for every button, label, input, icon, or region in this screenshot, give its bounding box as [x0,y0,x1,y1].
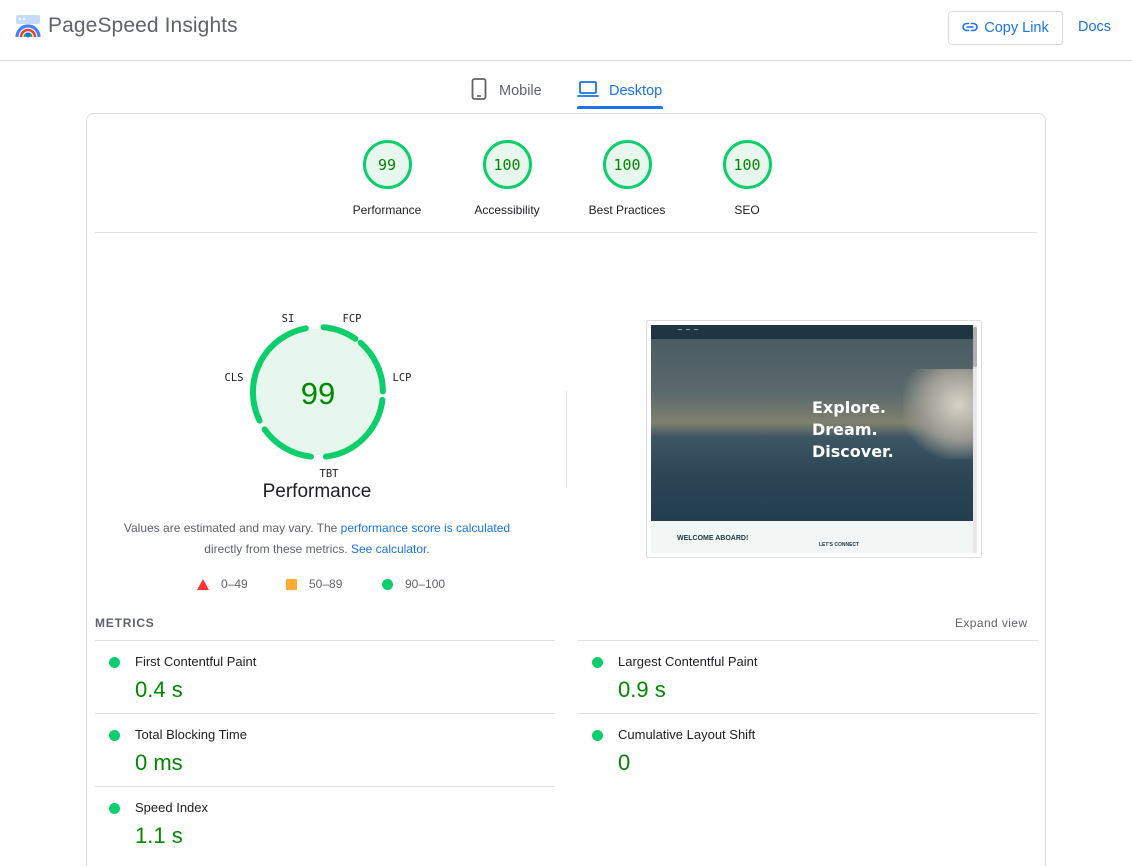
metric-value: 1.1 s [135,823,183,848]
gauge-label-si: SI [282,313,295,325]
score-accessibility[interactable]: 100 Accessibility [447,140,567,217]
score-seo[interactable]: 100 SEO [687,140,807,217]
score-label: Accessibility [474,203,540,217]
metric-si: Speed Index 1.1 s [95,786,555,859]
section-divider [95,232,1037,233]
gauge-label-cls: CLS [225,372,244,384]
metric-lcp: Largest Contentful Paint 0.9 s [578,640,1038,713]
score-label: SEO [734,203,760,217]
gauge-label-fcp: FCP [343,313,362,325]
score-label: Best Practices [588,203,666,217]
score-gauge: 100 [482,140,532,189]
score-best-practices[interactable]: 100 Best Practices [567,140,687,217]
screenshot-connect-heading: LET'S CONNECT [819,542,860,548]
gauge-score: 99 [301,376,335,411]
metric-fcp: First Contentful Paint 0.4 s [95,640,555,713]
triangle-icon [197,578,209,590]
legend-label: 50–89 [309,577,343,591]
score-gauge: 99 [362,140,412,189]
gauge-label-tbt: TBT [320,468,340,480]
metric-name: Total Blocking Time [135,727,247,742]
performance-title: Performance [262,481,372,502]
gauge-label-lcp: LCP [393,372,412,384]
score-label: Performance [352,203,422,217]
legend-label: 90–100 [405,577,446,591]
laptop-icon [577,80,599,102]
metric-name: Speed Index [135,800,209,815]
legend-fail: 0–49 [197,577,248,591]
expand-view-button[interactable]: Expand view [955,616,1027,630]
metric-name: Largest Contentful Paint [618,654,758,669]
metric-value: 0 [618,750,631,775]
metrics-title: METRICS [95,616,155,630]
desc-text: Values are estimated and may vary. The [123,521,341,535]
performance-description: Values are estimated and may vary. The p… [107,518,527,560]
screenshot-hero: Explore. Dream. Discover. [651,339,973,521]
desc-text: directly from these metrics. [204,542,351,556]
legend-label: 0–49 [221,577,248,591]
score-gauge: 100 [722,140,772,189]
score-performance[interactable]: 99 Performance [327,140,447,217]
pass-circle-icon [109,657,120,668]
legend-average: 50–89 [286,577,342,591]
performance-gauge: 99 SI FCP LCP TBT CLS [225,313,412,480]
screenshot-scrollbar [973,325,977,553]
screenshot-brand-logo: ~ ~ ~ [677,326,700,334]
screenshot-image: ~ ~ ~ Explore. Dream. Discover. WELCOME … [651,325,977,553]
docs-link[interactable]: Docs [1078,19,1111,35]
metric-name: Cumulative Layout Shift [618,727,756,742]
score-calculated-link[interactable]: performance score is calculated [341,521,510,535]
pagespeed-logo-icon [14,14,42,40]
copy-link-label: Copy Link [984,20,1049,36]
screenshot-hero-text: Explore. Dream. Discover. [812,398,894,461]
tab-mobile[interactable]: Mobile [469,72,542,109]
metric-value: 0 ms [135,750,183,775]
legend-pass: 90–100 [382,577,445,591]
metric-cls: Cumulative Layout Shift 0 [578,713,1038,786]
metric-value: 0.4 s [135,677,183,702]
circle-icon [382,578,393,590]
report-card: 99 Performance 100 Accessibility 100 Bes… [86,113,1046,866]
tab-desktop-label: Desktop [609,82,663,99]
pass-circle-icon [592,657,603,668]
tab-desktop[interactable]: Desktop [577,72,664,109]
vertical-divider [566,391,567,487]
see-calculator-link[interactable]: See calculator. [351,542,430,556]
top-header: PageSpeed Insights Copy Link Docs [0,0,1132,61]
pass-circle-icon [592,730,603,741]
metric-tbt: Total Blocking Time 0 ms [95,713,555,786]
screenshot-nav-bar: ~ ~ ~ [651,325,973,339]
tab-mobile-label: Mobile [499,82,542,99]
final-screenshot[interactable]: ~ ~ ~ Explore. Dream. Discover. WELCOME … [646,320,982,558]
link-icon [962,20,979,36]
smartphone-icon [469,77,489,104]
square-icon [286,578,297,590]
app-title: PageSpeed Insights [48,14,238,37]
pass-circle-icon [109,803,120,814]
copy-link-button[interactable]: Copy Link [948,11,1063,45]
pass-circle-icon [109,730,120,741]
screenshot-welcome-heading: WELCOME ABOARD! [677,535,749,542]
score-gauge: 100 [602,140,652,189]
metric-name: First Contentful Paint [135,654,257,669]
screenshot-cliff [903,369,973,459]
metric-value: 0.9 s [618,677,666,702]
